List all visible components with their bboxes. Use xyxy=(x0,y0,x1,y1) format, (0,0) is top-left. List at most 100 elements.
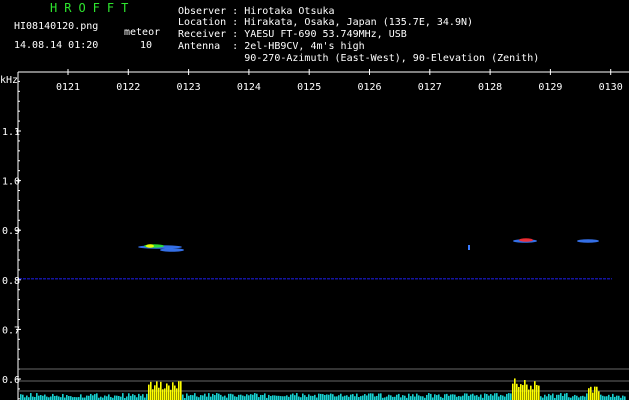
activity-bar xyxy=(268,394,270,400)
activity-bar xyxy=(188,395,190,400)
activity-bar xyxy=(56,395,58,400)
activity-bar xyxy=(536,385,538,400)
activity-bar xyxy=(584,396,586,400)
activity-bar xyxy=(130,395,132,400)
activity-bar xyxy=(20,394,22,400)
activity-bar xyxy=(378,393,380,400)
freq-tick-label: 0.9 xyxy=(2,226,20,237)
activity-bar xyxy=(528,389,530,400)
activity-bar xyxy=(152,389,154,400)
activity-bar xyxy=(576,395,578,400)
activity-bar xyxy=(360,396,362,400)
activity-bar xyxy=(396,394,398,400)
activity-bar xyxy=(520,384,522,400)
activity-bar xyxy=(270,395,272,400)
activity-bar xyxy=(454,394,456,400)
activity-bar xyxy=(566,393,568,400)
activity-bar xyxy=(262,394,264,400)
activity-bar xyxy=(374,396,376,400)
activity-bar xyxy=(450,394,452,400)
activity-bar xyxy=(480,394,482,400)
activity-bar xyxy=(116,395,118,400)
activity-bar xyxy=(36,393,38,400)
activity-bar xyxy=(278,395,280,400)
activity-bar xyxy=(426,394,428,400)
activity-bar xyxy=(302,393,304,400)
activity-bar xyxy=(380,393,382,400)
activity-bar xyxy=(320,393,322,400)
activity-bar xyxy=(500,394,502,400)
activity-bar xyxy=(342,396,344,400)
activity-bar xyxy=(292,393,294,400)
activity-bar xyxy=(86,395,88,400)
activity-bar xyxy=(546,396,548,400)
activity-bar xyxy=(416,393,418,400)
activity-bar xyxy=(52,393,54,400)
activity-bar xyxy=(158,387,160,400)
activity-bar xyxy=(328,394,330,400)
activity-bar xyxy=(586,393,588,400)
freq-tick-label: 1.0 xyxy=(2,177,20,188)
activity-bar xyxy=(174,385,176,400)
activity-bar xyxy=(444,394,446,400)
activity-bar xyxy=(168,385,170,400)
time-tick-label: 0123 xyxy=(177,82,201,93)
activity-bar xyxy=(260,394,262,400)
y-axis-unit-label: kHz xyxy=(0,75,18,86)
activity-bar xyxy=(240,394,242,400)
activity-bar xyxy=(622,395,624,400)
activity-bar xyxy=(216,393,218,400)
activity-bar xyxy=(518,386,520,400)
activity-bar xyxy=(574,394,576,400)
activity-bar xyxy=(96,393,98,400)
activity-bar xyxy=(254,393,256,400)
activity-bar xyxy=(232,394,234,400)
activity-bar xyxy=(344,395,346,400)
activity-bar xyxy=(572,396,574,400)
activity-bar xyxy=(68,396,70,400)
activity-bar xyxy=(462,395,464,400)
activity-bar xyxy=(412,394,414,400)
activity-bar xyxy=(436,395,438,400)
activity-bar xyxy=(140,395,142,400)
time-tick-label: 0122 xyxy=(116,82,140,93)
activity-bar xyxy=(552,393,554,400)
activity-bar xyxy=(148,384,150,400)
activity-bar xyxy=(548,393,550,400)
activity-bar xyxy=(458,395,460,400)
activity-bar xyxy=(206,396,208,400)
time-tick-label: 0124 xyxy=(237,82,261,93)
activity-bar xyxy=(338,395,340,400)
activity-bar xyxy=(422,396,424,400)
activity-bar xyxy=(494,393,496,400)
activity-bar xyxy=(466,393,468,400)
activity-bar xyxy=(488,395,490,400)
activity-bar xyxy=(42,395,44,400)
activity-bar xyxy=(602,395,604,400)
activity-bar xyxy=(352,394,354,400)
activity-bar xyxy=(592,392,594,400)
time-tick-label: 0129 xyxy=(538,82,562,93)
activity-bar xyxy=(90,393,92,400)
activity-bar xyxy=(264,393,266,400)
activity-bar xyxy=(70,396,72,400)
freq-tick-label: 0.8 xyxy=(2,276,20,287)
activity-bar xyxy=(252,394,254,400)
activity-bar xyxy=(284,396,286,400)
activity-bar xyxy=(108,394,110,400)
activity-bar xyxy=(490,394,492,400)
time-tick-label: 0121 xyxy=(56,82,80,93)
activity-bar xyxy=(376,395,378,400)
spectrogram-plot: kHz 0121 0122 0123 0124 0125 0126 0127 0128 0129… xyxy=(0,69,629,400)
activity-bar xyxy=(286,395,288,400)
activity-bar xyxy=(540,396,542,400)
activity-bar xyxy=(180,381,182,400)
activity-bar xyxy=(446,393,448,400)
meteor-echo-core xyxy=(146,244,154,248)
activity-bar xyxy=(366,395,368,400)
activity-bar xyxy=(126,396,128,400)
activity-bar xyxy=(504,396,506,400)
axes-group: 0121 0122 0123 0124 0125 0126 0127 0128 0129 0130… xyxy=(2,69,629,400)
activity-bar xyxy=(166,383,168,400)
activity-bar xyxy=(496,393,498,400)
